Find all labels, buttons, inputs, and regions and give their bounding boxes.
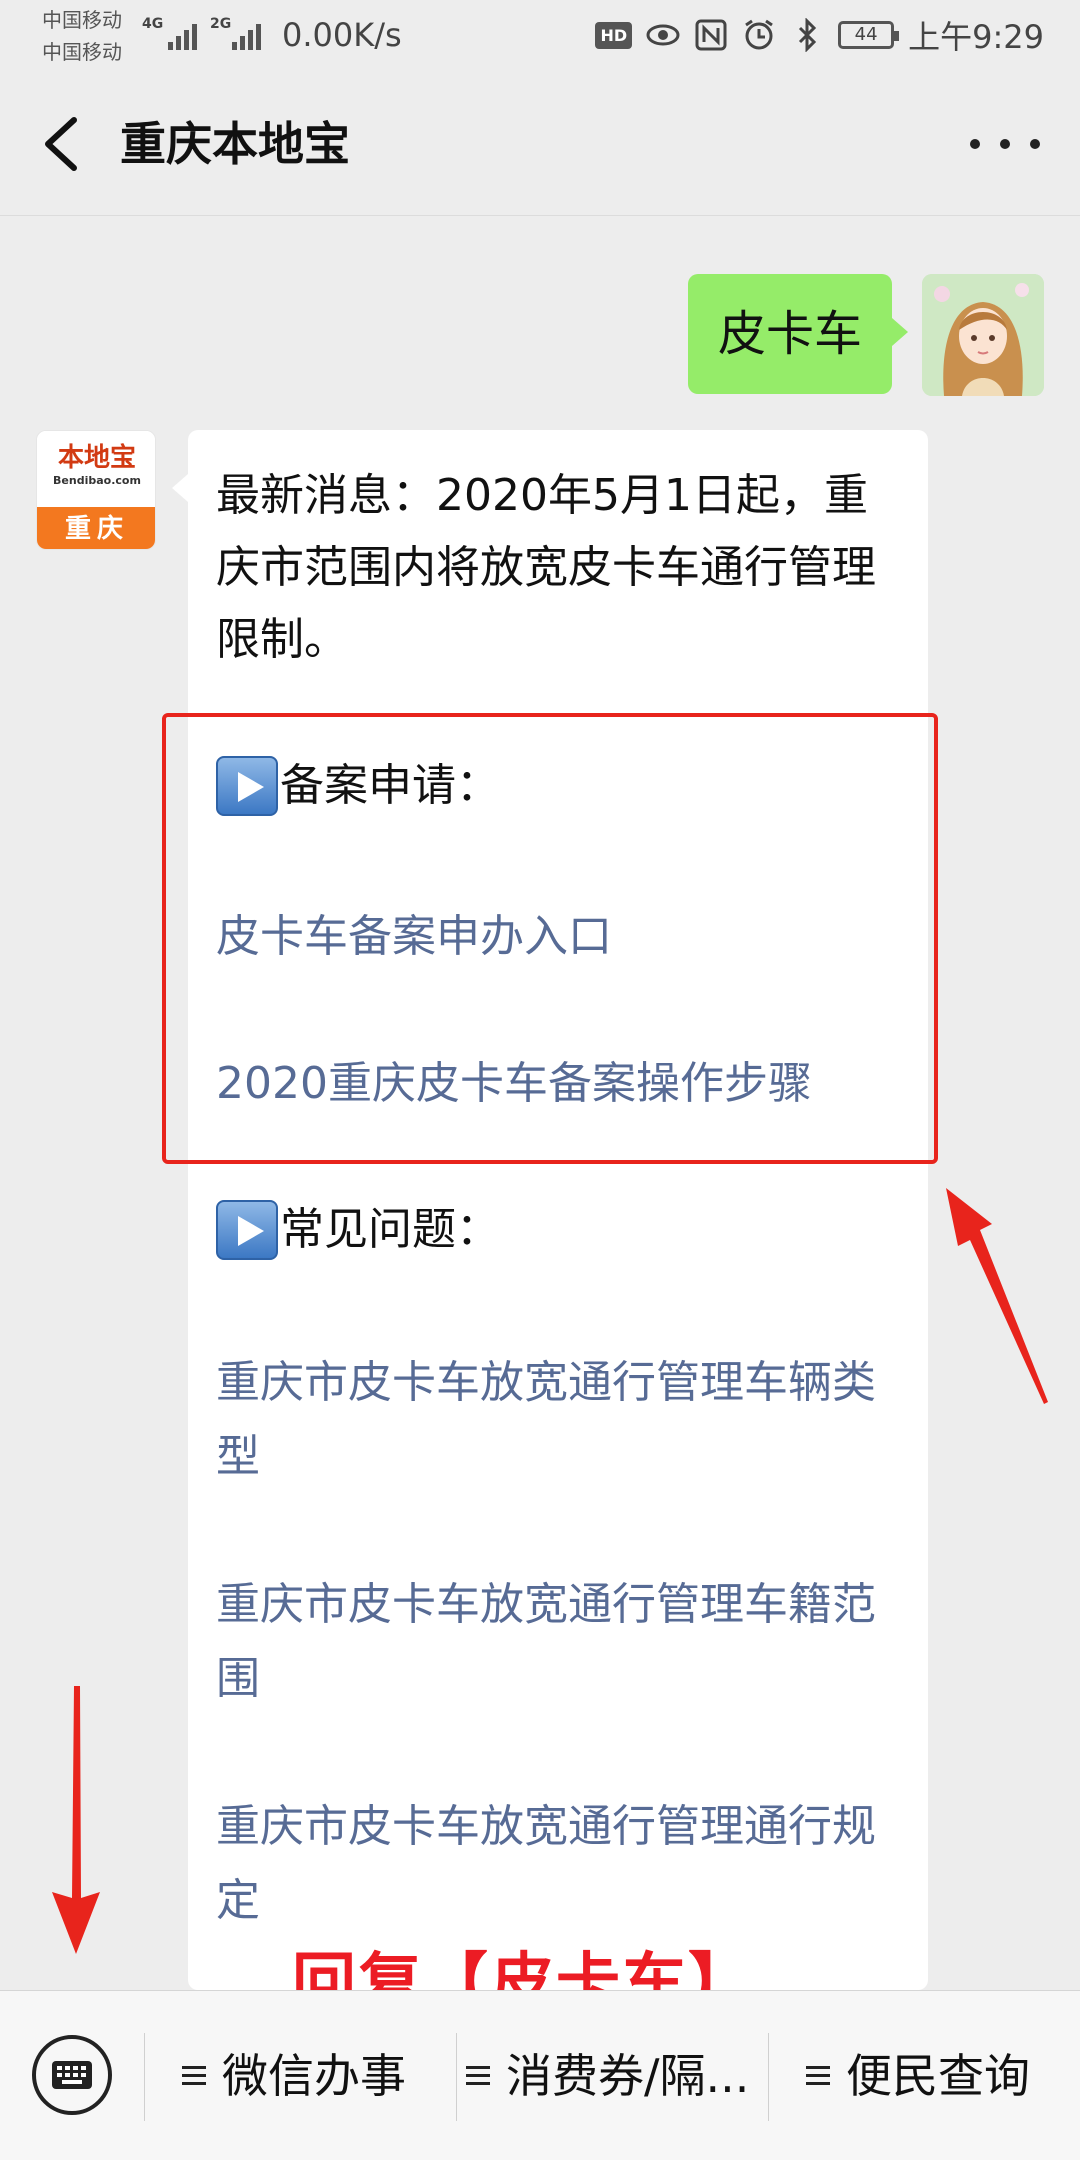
clock: 上午9:29	[908, 18, 1044, 56]
link-faq-vehicle-type[interactable]: 重庆市皮卡车放宽通行管理车辆类型	[216, 1346, 906, 1494]
bot-message-intro: 最新消息：2020年5月1日起，重庆市范围内将放宽皮卡车通行管理限制。	[216, 470, 876, 665]
menu-label: 便民查询	[846, 2049, 1030, 2103]
menu-divider	[144, 2033, 145, 2121]
menu-list-icon	[466, 2066, 490, 2086]
bot-avatar-city: 重庆	[37, 507, 155, 549]
eye-icon	[646, 24, 680, 46]
bot-avatar[interactable]: 本地宝 Bendibao.com 重庆	[36, 430, 156, 550]
menu-wechat-services[interactable]: 微信办事	[182, 2031, 406, 2121]
bot-avatar-logo: 本地宝 Bendibao.com	[37, 431, 155, 507]
nav-bar: 重庆本地宝	[0, 72, 1080, 216]
alarm-icon	[745, 19, 773, 50]
carrier-2: 中国移动	[42, 40, 122, 64]
signal-2-icon	[232, 20, 261, 50]
network-speed: 0.00K/s	[282, 16, 402, 54]
bot-avatar-brand: 本地宝	[57, 443, 136, 473]
arrow-down-icon	[52, 1686, 100, 1954]
network-type-2: 2G	[210, 16, 232, 32]
menu-divider	[768, 2033, 769, 2121]
user-avatar[interactable]	[922, 274, 1044, 396]
network-type-1: 4G	[142, 16, 164, 32]
more-dots-icon[interactable]	[970, 128, 1040, 160]
play-button-icon	[216, 1200, 278, 1260]
signal-1-icon	[168, 20, 197, 50]
menu-public-services[interactable]: 便民查询	[806, 2031, 1030, 2121]
arrow-up-icon	[946, 1188, 1048, 1404]
page-title: 重庆本地宝	[120, 117, 350, 171]
bluetooth-icon	[799, 18, 817, 52]
bot-message-bubble: 最新消息：2020年5月1日起，重庆市范围内将放宽皮卡车通行管理限制。 备案申请…	[172, 430, 928, 1990]
link-faq-registration-scope[interactable]: 重庆市皮卡车放宽通行管理车籍范围	[216, 1568, 906, 1716]
menu-label: 消费券/隔...	[506, 2049, 750, 2103]
nfc-icon	[695, 19, 727, 51]
keyboard-glyph	[52, 2061, 92, 2089]
link-faq-traffic-rules[interactable]: 重庆市皮卡车放宽通行管理通行规定	[216, 1790, 906, 1938]
avatar-illustration	[922, 274, 1044, 396]
menu-list-icon	[182, 2066, 206, 2086]
menu-label: 微信办事	[222, 2049, 406, 2103]
highlight-box	[162, 713, 938, 1164]
bot-avatar-domain: Bendibao.com	[53, 474, 141, 487]
menu-divider	[456, 2033, 457, 2121]
battery-icon: 44	[838, 21, 900, 49]
status-icons: HD 44 上午9:29	[595, 14, 1044, 56]
menu-vouchers[interactable]: 消费券/隔...	[466, 2031, 749, 2121]
section-heading-text: 常见问题：	[280, 1204, 500, 1255]
bottom-menu-bar: 微信办事 消费券/隔... 便民查询	[0, 1990, 1080, 2160]
hd-badge: HD	[595, 21, 633, 49]
user-message-bubble[interactable]: 皮卡车	[688, 274, 908, 394]
section-heading-faq: 常见问题：	[216, 1200, 500, 1260]
keyboard-icon[interactable]	[32, 2035, 112, 2115]
menu-list-icon	[806, 2066, 830, 2086]
carrier-1: 中国移动	[42, 8, 122, 32]
status-bar: 中国移动 中国移动 4G 2G 0.00K/s HD 44 上午9:29	[0, 0, 1080, 72]
chevron-left-icon[interactable]	[34, 112, 94, 176]
